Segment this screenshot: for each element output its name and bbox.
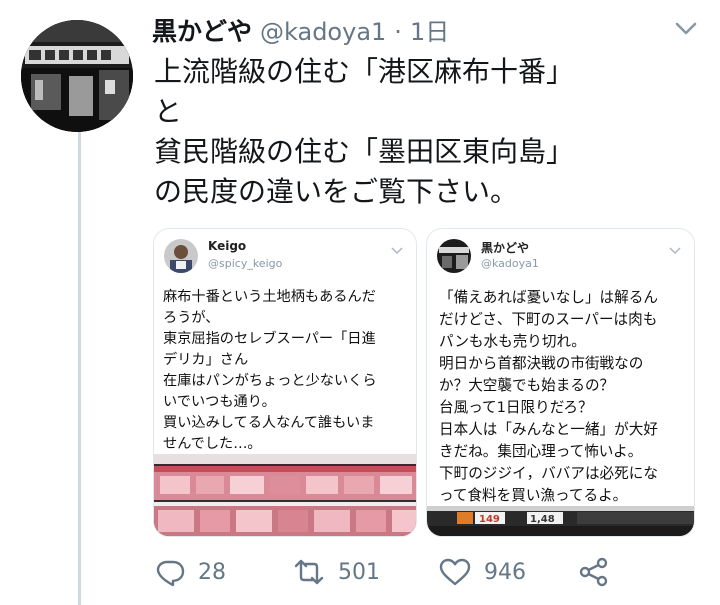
card-text-line: 台風って1日限りだろ？ (439, 399, 593, 416)
display-name[interactable]: 黒かどや (152, 12, 252, 48)
reply-count: 28 (198, 559, 226, 585)
retweet-button[interactable]: 501 (292, 556, 380, 588)
heart-icon (439, 558, 471, 586)
user-handle[interactable]: @kadoya1 (260, 18, 386, 46)
tweet-text-line: と (154, 95, 183, 128)
share-icon (579, 557, 608, 587)
card-avatar (437, 239, 471, 273)
retweet-count: 501 (338, 559, 380, 585)
card-avatar (164, 239, 198, 273)
card-text-line: 在庫はパンがちょっと少ないくら (163, 373, 377, 389)
price-tag-1: 149 (479, 514, 500, 525)
card-text-line: 明日から首都決戦の市街戦なの (439, 355, 644, 372)
card-text-line: 「備えあれば憂いなし」は解るん (439, 289, 658, 306)
card-name: Keigo (208, 239, 247, 253)
card-text-line: 日本人は「みんなと一緒」が大好 (439, 421, 658, 438)
card-text: 「備えあれば憂いなし」は解るん だけどさ、下町のスーパーは肉も パンも水も売り切… (439, 287, 689, 507)
card-name: 黒かどや (481, 241, 530, 255)
avatar[interactable] (21, 20, 133, 132)
thread-line (78, 128, 81, 605)
card-text: 麻布十番という土地柄もあるんだ ろうが、 東京屈指のセレブスーパー「日進 デリカ… (163, 287, 413, 455)
card-text-line: 買い込みしてる人なんて誰もいま (163, 415, 375, 431)
like-button[interactable]: 946 (438, 556, 526, 588)
card-text-line: ろうが、 (163, 310, 220, 326)
card-text-line: 下町のジジイ，ババアは必死にな (439, 465, 658, 482)
chevron-down-icon (668, 241, 682, 255)
chevron-down-icon (390, 241, 404, 255)
empty-shelf-photo: 149 1,48 (427, 506, 694, 536)
timestamp[interactable]: 1日 (410, 12, 449, 47)
reply-button[interactable]: 28 (154, 556, 226, 588)
price-tag-2: 1,48 (530, 514, 555, 525)
card-text-line: 東京屈指のセレブスーパー「日進 (163, 331, 376, 347)
tweet-header: 黒かどや @kadoya1 · 1日 (152, 12, 449, 48)
tweet-text-line: の民度の違いをご覧下さい。 (154, 175, 519, 208)
avatar-photo (21, 20, 133, 132)
card-text-line: せんでした…。 (163, 436, 262, 452)
tweet-text: 上流階級の住む「港区麻布十番」 と 貧民階級の住む「墨田区東向島」 の民度の違い… (154, 52, 694, 212)
card-handle: @spicy_keigo (208, 257, 283, 270)
meat-shelf-photo (154, 454, 416, 536)
tweet-text-line: 上流階級の住む「港区麻布十番」 (154, 55, 575, 88)
time-separator: · (394, 18, 402, 46)
card-text-line: いでいつも通り。 (163, 394, 276, 410)
chevron-down-icon[interactable] (672, 16, 700, 40)
card-text-line: だけどさ、下町のスーパーは肉も (439, 311, 658, 328)
tweet-actions: 28 501 946 (152, 556, 622, 596)
card-text-line: か？大空襲でも始まるの？ (439, 377, 615, 394)
like-count: 946 (484, 559, 526, 585)
embedded-image-right[interactable]: 黒かどや @kadoya1 「備えあれば憂いなし」は解るん だけどさ、下町のスー… (426, 228, 695, 537)
card-text-line: きだね。集団心理って怖いよ。 (439, 443, 643, 460)
embedded-image-left[interactable]: Keigo @spicy_keigo 麻布十番という土地柄もあるんだ ろうが、 … (153, 228, 417, 537)
card-text-line: デリカ」さん (163, 352, 249, 368)
card-text-line: って食料を買い漁ってるよ。 (439, 487, 628, 504)
tweet-text-line: 貧民階級の住む「墨田区東向島」 (154, 135, 575, 168)
retweet-icon (294, 559, 324, 585)
card-text-line: 麻布十番という土地柄もあるんだ (163, 289, 376, 305)
card-text-line: パンも水も売り切れ。 (439, 333, 586, 350)
card-handle: @kadoya1 (481, 257, 539, 270)
share-button[interactable] (578, 556, 610, 588)
reply-icon (156, 560, 185, 587)
